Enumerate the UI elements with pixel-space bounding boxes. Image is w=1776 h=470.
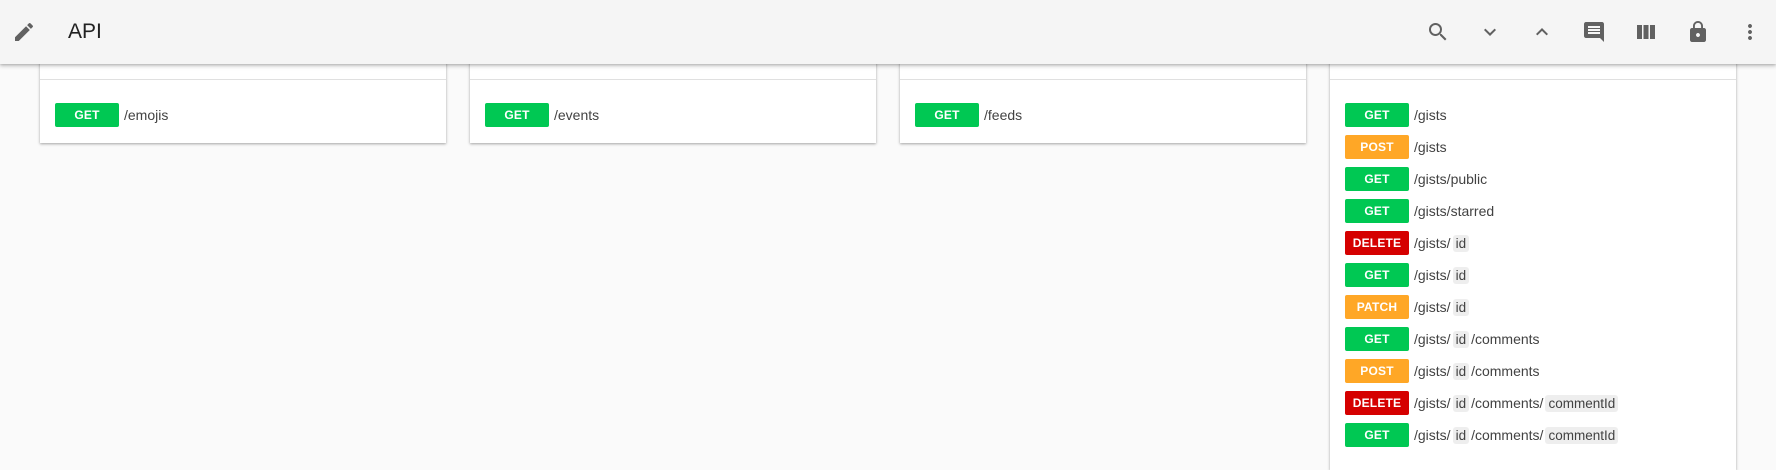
endpoint-row[interactable]: GET /gists/id bbox=[1345, 259, 1721, 291]
endpoint-path: /events bbox=[554, 107, 600, 123]
path-param: id bbox=[1452, 234, 1470, 252]
api-card-gists: GET /gists POST /gists GET /gists/public… bbox=[1330, 50, 1736, 470]
endpoint-row[interactable]: GET /events bbox=[485, 99, 861, 131]
card-body: GET /gists POST /gists GET /gists/public… bbox=[1330, 80, 1736, 465]
method-badge: GET bbox=[915, 103, 979, 127]
endpoint-path: /gists bbox=[1414, 139, 1447, 155]
path-param: id bbox=[1452, 394, 1470, 412]
endpoint-row[interactable]: DELETE /gists/id bbox=[1345, 227, 1721, 259]
method-badge: GET bbox=[485, 103, 549, 127]
path-param: id bbox=[1452, 362, 1470, 380]
card-body: GET /feeds bbox=[900, 80, 1306, 145]
endpoint-row[interactable]: GET /gists/id/comments/commentId bbox=[1345, 419, 1721, 451]
path-param: commentId bbox=[1545, 426, 1619, 444]
search-icon[interactable] bbox=[1424, 18, 1452, 46]
path-param: commentId bbox=[1545, 394, 1619, 412]
comment-icon[interactable] bbox=[1580, 18, 1608, 46]
endpoint-path: /gists/starred bbox=[1414, 203, 1495, 219]
columns-icon[interactable] bbox=[1632, 18, 1660, 46]
method-badge: DELETE bbox=[1345, 391, 1409, 415]
endpoint-row[interactable]: PATCH /gists/id bbox=[1345, 291, 1721, 323]
path-param: id bbox=[1452, 426, 1470, 444]
method-badge: GET bbox=[1345, 103, 1409, 127]
endpoint-row[interactable]: GET /gists/starred bbox=[1345, 195, 1721, 227]
endpoint-path: /gists/id/comments/commentId bbox=[1414, 394, 1620, 412]
path-param: id bbox=[1452, 298, 1470, 316]
endpoint-row[interactable]: GET /gists/id/comments bbox=[1345, 323, 1721, 355]
method-badge: DELETE bbox=[1345, 231, 1409, 255]
endpoint-path: /gists/id bbox=[1414, 298, 1471, 316]
chevron-down-icon[interactable] bbox=[1476, 18, 1504, 46]
endpoint-path: /emojis bbox=[124, 107, 169, 123]
endpoint-row[interactable]: DELETE /gists/id/comments/commentId bbox=[1345, 387, 1721, 419]
method-badge: POST bbox=[1345, 359, 1409, 383]
endpoint-row[interactable]: GET /gists bbox=[1345, 99, 1721, 131]
endpoint-path: /gists/id bbox=[1414, 234, 1471, 252]
endpoint-path: /gists/id/comments bbox=[1414, 330, 1540, 348]
endpoint-path: /gists bbox=[1414, 107, 1447, 123]
page-title: API bbox=[68, 20, 102, 43]
endpoint-row[interactable]: GET /gists/public bbox=[1345, 163, 1721, 195]
endpoint-path: /gists/id/comments/commentId bbox=[1414, 426, 1620, 444]
endpoint-path: /gists/id/comments bbox=[1414, 362, 1540, 380]
card-body: GET /events bbox=[470, 80, 876, 145]
method-badge: GET bbox=[1345, 423, 1409, 447]
lock-icon[interactable] bbox=[1684, 18, 1712, 46]
endpoint-row[interactable]: POST /gists bbox=[1345, 131, 1721, 163]
method-badge: GET bbox=[55, 103, 119, 127]
path-param: id bbox=[1452, 266, 1470, 284]
endpoint-row[interactable]: GET /feeds bbox=[915, 99, 1291, 131]
endpoint-row[interactable]: POST /gists/id/comments bbox=[1345, 355, 1721, 387]
method-badge: PATCH bbox=[1345, 295, 1409, 319]
endpoint-path: /gists/public bbox=[1414, 171, 1488, 187]
path-param: id bbox=[1452, 330, 1470, 348]
edit-icon[interactable] bbox=[12, 20, 38, 46]
endpoint-path: /gists/id bbox=[1414, 266, 1471, 284]
method-badge: GET bbox=[1345, 263, 1409, 287]
app-bar: API bbox=[0, 0, 1776, 64]
endpoint-row[interactable]: GET /emojis bbox=[55, 99, 431, 131]
method-badge: POST bbox=[1345, 135, 1409, 159]
chevron-up-icon[interactable] bbox=[1528, 18, 1556, 46]
more-vert-icon[interactable] bbox=[1736, 18, 1764, 46]
card-body: GET /emojis bbox=[40, 80, 446, 145]
endpoint-path: /feeds bbox=[984, 107, 1023, 123]
method-badge: GET bbox=[1345, 199, 1409, 223]
method-badge: GET bbox=[1345, 327, 1409, 351]
method-badge: GET bbox=[1345, 167, 1409, 191]
